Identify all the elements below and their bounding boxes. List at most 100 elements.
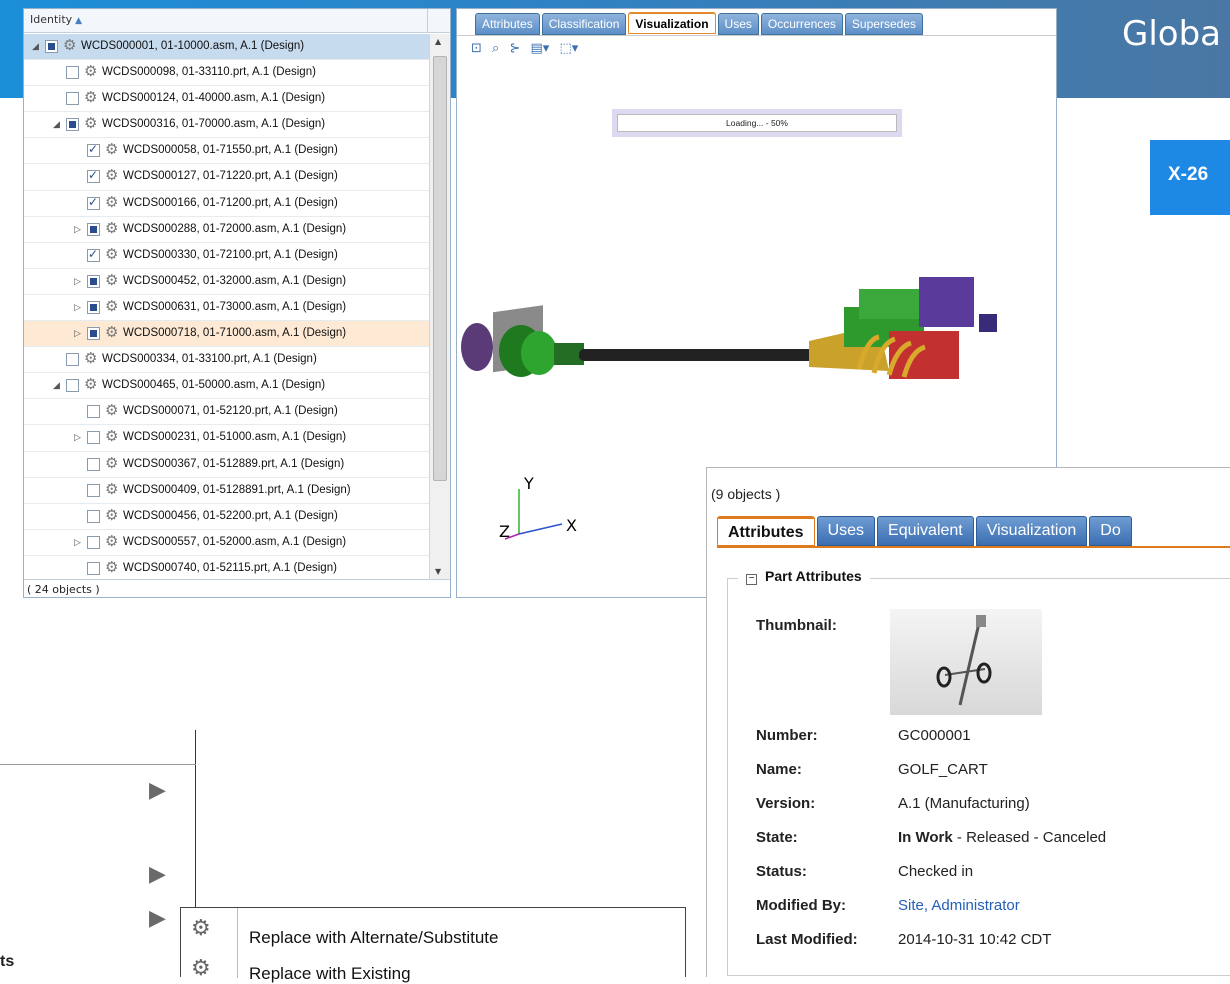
tree-row[interactable]: ⚙ WCDS000334, 01-33100.prt, A.1 (Design) [24, 347, 429, 374]
attribute-value-link[interactable]: Site, Administrator [898, 897, 1020, 914]
tree-row[interactable]: ◢ ⚙ WCDS000465, 01-50000.asm, A.1 (Design) [24, 373, 429, 400]
details-tab-do[interactable]: Do [1089, 516, 1132, 546]
attribute-key: Number: [756, 727, 818, 744]
menu-item-replace-alternate[interactable]: Replace with Alternate/Substitute [249, 928, 498, 948]
tab-uses[interactable]: Uses [717, 13, 759, 35]
tree-row[interactable]: ▷ ⚙ WCDS000288, 01-72000.asm, A.1 (Design) [24, 217, 429, 243]
row-checkbox[interactable] [87, 405, 100, 419]
tree-row[interactable]: ⚙ WCDS000058, 01-71550.prt, A.1 (Design) [24, 138, 429, 165]
tree-row[interactable]: ▷ ⚙ WCDS000631, 01-73000.asm, A.1 (Design) [24, 295, 429, 322]
expand-icon[interactable]: ▷ [74, 276, 84, 287]
selection-filter-icon[interactable]: ⬚▾ [559, 41, 578, 56]
details-tab-equivalent[interactable]: Equivalent [877, 516, 974, 546]
row-checkbox[interactable] [87, 561, 100, 575]
identity-column-header[interactable]: Identity ▲ [24, 9, 450, 33]
expand-icon[interactable]: ▷ [74, 432, 84, 443]
details-tab-uses[interactable]: Uses [816, 516, 876, 546]
tree-row[interactable]: ⚙ WCDS000071, 01-52120.prt, A.1 (Design) [24, 399, 429, 426]
row-checkbox[interactable] [87, 247, 100, 262]
tree-row-label: WCDS000740, 01-52115.prt, A.1 (Design) [123, 561, 337, 574]
row-checkbox[interactable] [87, 168, 100, 184]
scroll-thumb[interactable] [433, 56, 447, 481]
tree-row-label: WCDS000098, 01-33110.prt, A.1 (Design) [102, 66, 316, 79]
tab-classification[interactable]: Classification [541, 13, 627, 35]
row-checkbox[interactable] [45, 40, 58, 53]
assembly-icon: ⚙ [63, 37, 77, 54]
part-gear-icon: ⚙ [105, 193, 119, 211]
part-gear-icon: ⚙ [105, 219, 119, 237]
tree-row[interactable]: ⚙ WCDS000740, 01-52115.prt, A.1 (Design) [24, 556, 429, 579]
tree-row[interactable]: ⚙ WCDS000367, 01-512889.prt, A.1 (Design) [24, 452, 429, 478]
row-checkbox[interactable] [87, 431, 100, 445]
expand-icon[interactable]: ▷ [74, 328, 84, 339]
expand-icon[interactable]: ▷ [74, 302, 84, 313]
tree-row[interactable]: ▷ ⚙ WCDS000557, 01-52000.asm, A.1 (Design) [24, 530, 429, 556]
row-checkbox[interactable] [87, 222, 100, 236]
tab-supersedes[interactable]: Supersedes [844, 13, 923, 35]
row-checkbox[interactable] [87, 457, 100, 471]
menu-item-partial[interactable]: ts [0, 953, 14, 971]
section-header[interactable]: − Part Attributes [738, 568, 870, 585]
row-checkbox[interactable] [66, 353, 79, 367]
details-tab-attributes[interactable]: Attributes [717, 516, 815, 546]
attribute-key: Version: [756, 795, 816, 812]
row-checkbox[interactable] [87, 274, 100, 288]
tree-row[interactable]: ◢ ⚙ WCDS000316, 01-70000.asm, A.1 (Design) [24, 112, 429, 139]
attribute-key: Name: [756, 761, 802, 778]
tree-row[interactable]: ⚙ WCDS000330, 01-72100.prt, A.1 (Design) [24, 243, 429, 269]
scroll-up-icon[interactable]: ▲ [435, 37, 441, 46]
tree-row[interactable]: ⚙ WCDS000124, 01-40000.asm, A.1 (Design) [24, 86, 429, 113]
scroll-down-icon[interactable]: ▼ [435, 567, 441, 576]
collapse-icon[interactable]: ◢ [53, 119, 63, 130]
row-checkbox[interactable] [87, 535, 100, 549]
tree-row[interactable]: ▷ ⚙ WCDS000231, 01-51000.asm, A.1 (Design) [24, 425, 429, 452]
tree-row[interactable]: ▷ ⚙ WCDS000452, 01-32000.asm, A.1 (Design) [24, 269, 429, 295]
structure-icon[interactable]: ⊱ [509, 41, 520, 56]
row-checkbox[interactable] [87, 142, 100, 158]
row-checkbox[interactable] [66, 379, 79, 393]
tree-row-label: WCDS000001, 01-10000.asm, A.1 (Design) [81, 40, 305, 52]
expand-icon[interactable]: ▷ [74, 537, 84, 548]
menu-item-replace-existing[interactable]: Replace with Existing [249, 964, 411, 984]
product-badge: X-26 [1150, 140, 1230, 215]
zoom-window-icon[interactable]: ⌕ [492, 41, 499, 56]
tab-occurrences[interactable]: Occurrences [760, 13, 843, 35]
attribute-value: Checked in [898, 863, 974, 880]
part-thumbnail[interactable] [890, 609, 1042, 715]
identity-header-label: Identity [30, 13, 73, 26]
row-checkbox[interactable] [87, 300, 100, 314]
row-checkbox[interactable] [66, 66, 79, 80]
part-gear-icon: ⚙ [105, 141, 119, 159]
tree-row[interactable]: ⚙ WCDS000127, 01-71220.prt, A.1 (Design) [24, 164, 429, 191]
part-attributes-section: − Part Attributes Thumbnail: Number: GC000… [727, 568, 1230, 976]
view-options-icon[interactable]: ▤▾ [531, 41, 550, 56]
submenu-arrow-icon[interactable]: ▶ [149, 906, 166, 931]
collapse-icon[interactable]: ◢ [53, 380, 63, 391]
details-tab-visualization[interactable]: Visualization [975, 516, 1088, 546]
tab-visualization[interactable]: Visualization [628, 12, 716, 34]
part-gear-icon: ⚙ [105, 532, 119, 550]
tab-attributes[interactable]: Attributes [475, 13, 540, 35]
submenu-arrow-icon[interactable]: ▶ [149, 862, 166, 887]
tree-row[interactable]: ◢ ⚙ WCDS000001, 01-10000.asm, A.1 (Design) [24, 34, 429, 61]
row-checkbox[interactable] [66, 92, 79, 106]
3d-model-viewport[interactable] [459, 259, 1056, 409]
row-checkbox[interactable] [87, 483, 100, 497]
tree-row[interactable]: ▷ ⚙ WCDS000718, 01-71000.asm, A.1 (Design) [24, 321, 429, 348]
submenu-arrow-icon[interactable]: ▶ [149, 778, 166, 803]
tree-row[interactable]: ⚙ WCDS000098, 01-33110.prt, A.1 (Design) [24, 60, 429, 87]
row-checkbox[interactable] [66, 118, 79, 132]
tree-scrollbar[interactable]: ▲ ▼ [429, 34, 450, 579]
row-checkbox[interactable] [87, 509, 100, 523]
row-checkbox[interactable] [87, 327, 100, 341]
tree-row[interactable]: ⚙ WCDS000166, 01-71200.prt, A.1 (Design) [24, 191, 429, 217]
state-options: - Released - Canceled [952, 829, 1107, 846]
tree-row[interactable]: ⚙ WCDS000409, 01-5128891.prt, A.1 (Design… [24, 478, 429, 504]
tree-row[interactable]: ⚙ WCDS000456, 01-52200.prt, A.1 (Design) [24, 504, 429, 530]
attribute-key: Last Modified: [756, 931, 858, 948]
zoom-fit-icon[interactable]: ⊡ [471, 41, 482, 56]
row-checkbox[interactable] [87, 195, 100, 210]
expand-icon[interactable]: ▷ [74, 224, 84, 235]
collapse-icon[interactable]: − [746, 574, 757, 585]
collapse-icon[interactable]: ◢ [32, 41, 42, 52]
